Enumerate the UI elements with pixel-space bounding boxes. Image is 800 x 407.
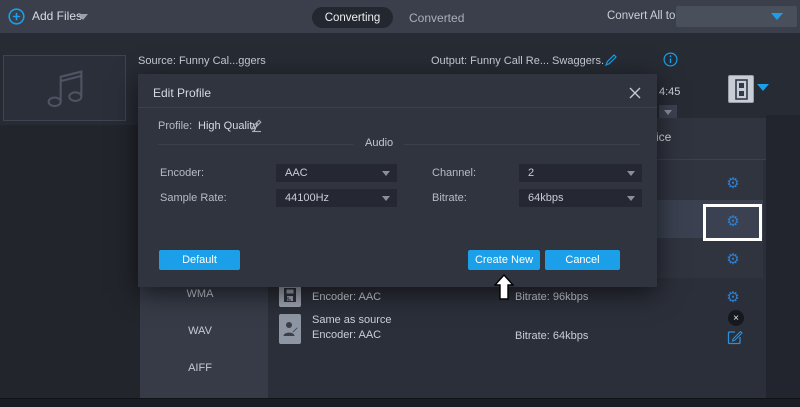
rename-profile-button[interactable] — [250, 119, 264, 136]
profile-settings-gear-icon-1[interactable]: ⚙ — [723, 175, 743, 191]
chevron-down-icon — [382, 171, 390, 176]
profile-96-bitrate: Bitrate: 96kbps — [515, 291, 588, 303]
film-strip-icon — [735, 79, 748, 100]
convert-all-dropdown[interactable] — [676, 6, 797, 27]
create-new-button[interactable]: Create New — [468, 250, 540, 270]
source-filename: Source: Funny Cal...ggers — [138, 55, 266, 67]
left-column-background — [0, 125, 140, 398]
profile-settings-gear-icon-3[interactable]: ⚙ — [723, 251, 743, 267]
format-mini-dropdown[interactable] — [659, 105, 677, 119]
arrow-up-icon — [494, 274, 514, 300]
edit-profile-row-button[interactable] — [727, 329, 743, 348]
info-icon — [663, 52, 678, 67]
profile-name: High Quality — [198, 120, 258, 132]
add-files-chevron-down-icon[interactable] — [78, 14, 88, 20]
app-window: Add Files Converting Converted Convert A… — [0, 0, 800, 407]
profile-96-encoder: Encoder: AAC — [312, 291, 381, 303]
same-as-source-title: Same as source — [312, 314, 391, 326]
right-edge-column — [766, 115, 800, 398]
sidebar-item-aiff[interactable]: AIFF — [140, 362, 260, 374]
mini-chevron-down-icon — [664, 110, 672, 115]
music-note-icon — [39, 63, 91, 113]
tab-converted[interactable]: Converted — [409, 11, 464, 25]
audio-section-title: Audio — [365, 137, 393, 149]
rename-output-button[interactable] — [604, 53, 618, 70]
chevron-down-icon — [382, 196, 390, 201]
close-icon: × — [733, 313, 739, 324]
convert-all-chevron-down-icon — [771, 13, 783, 20]
encoder-select[interactable]: AAC — [276, 164, 397, 182]
custom-profile-icon-box — [279, 314, 301, 344]
delete-profile-button[interactable]: × — [728, 310, 744, 326]
sample-rate-label: Sample Rate: — [160, 192, 227, 204]
bitrate-select[interactable]: 64kbps — [519, 189, 642, 207]
highlight-box-annotation — [703, 204, 762, 241]
dialog-close-button[interactable] — [628, 86, 642, 100]
compose-icon — [727, 329, 743, 345]
pencil-icon — [604, 53, 618, 67]
profile-label: Profile: — [158, 120, 192, 132]
cancel-button[interactable]: Cancel — [545, 250, 620, 270]
same-as-source-bitrate: Bitrate: 64kbps — [515, 330, 588, 342]
clip-duration: 4:45 — [659, 86, 680, 98]
channel-value: 2 — [528, 167, 534, 179]
encoder-label: Encoder: — [160, 167, 204, 179]
bottom-bar — [0, 398, 800, 407]
profile-settings-gear-icon-4[interactable]: ⚙ — [723, 289, 743, 305]
channel-label: Channel: — [432, 167, 476, 179]
output-format-button[interactable] — [728, 75, 754, 103]
sample-rate-select[interactable]: 44100Hz — [276, 189, 397, 207]
media-info-button[interactable] — [663, 52, 678, 70]
sidebar-item-wma[interactable]: WMA — [140, 288, 260, 300]
plus-circle-icon — [8, 8, 25, 25]
edit-profile-dialog: Edit Profile Profile: High Quality Audio… — [138, 74, 657, 287]
top-toolbar: Add Files Converting Converted Convert A… — [0, 0, 800, 33]
bitrate-label: Bitrate: — [432, 192, 467, 204]
up-arrow-annotation — [494, 274, 514, 303]
channel-select[interactable]: 2 — [519, 164, 642, 182]
add-files-label[interactable]: Add Files — [32, 9, 82, 23]
profile-list-header-text: ice — [656, 130, 671, 144]
encoder-value: AAC — [285, 167, 308, 179]
sample-rate-value: 44100Hz — [285, 192, 329, 204]
sidebar-item-wav[interactable]: WAV — [140, 325, 260, 337]
dialog-title: Edit Profile — [153, 86, 211, 100]
pencil-icon — [250, 119, 264, 133]
chevron-down-icon — [627, 196, 635, 201]
audio-divider-right — [404, 144, 640, 145]
audio-divider-left — [158, 144, 353, 145]
user-edit-icon — [282, 320, 298, 338]
default-button[interactable]: Default — [159, 250, 240, 270]
same-as-source-encoder: Encoder: AAC — [312, 329, 381, 341]
bitrate-value: 64kbps — [528, 192, 563, 204]
device-profile-icon — [283, 287, 297, 303]
output-filename: Output: Funny Call Re... Swaggers. — [431, 55, 604, 67]
add-files-button[interactable] — [8, 8, 25, 28]
media-thumbnail[interactable] — [3, 55, 126, 121]
format-chevron-down-icon[interactable] — [757, 84, 769, 91]
dialog-header-divider — [138, 107, 657, 108]
close-icon — [628, 86, 642, 100]
chevron-down-icon — [627, 171, 635, 176]
tab-converting[interactable]: Converting — [312, 7, 393, 28]
convert-all-to-label: Convert All to: — [607, 10, 679, 22]
